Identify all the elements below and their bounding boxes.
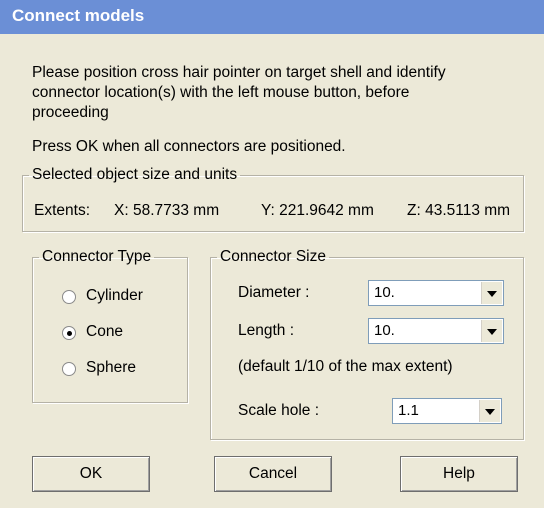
diameter-value: 10.: [374, 284, 395, 301]
extent-y-value: Y: 221.9642 mm: [261, 202, 374, 219]
ok-button[interactable]: OK: [32, 456, 150, 492]
length-label: Length :: [238, 322, 295, 339]
extent-x-value: X: 58.7733 mm: [114, 202, 220, 219]
object-size-group: Selected object size and units: [22, 166, 524, 232]
help-button[interactable]: Help: [400, 456, 518, 492]
length-combo[interactable]: 10.: [368, 318, 504, 344]
radio-sphere-circle[interactable]: [62, 362, 76, 376]
connector-type-legend: Connector Type: [42, 248, 152, 265]
radio-cylinder-label[interactable]: Cylinder: [86, 287, 143, 305]
length-value: 10.: [374, 322, 395, 339]
instruction-line-2: connector location(s) with the left mous…: [32, 84, 410, 101]
object-size-legend: Selected object size and units: [32, 166, 238, 183]
default-note: (default 1/10 of the max extent): [238, 358, 453, 375]
scale-hole-combo[interactable]: 1.1: [392, 398, 502, 424]
radio-cone-circle[interactable]: [62, 326, 76, 340]
extent-z-value: Z: 43.5113 mm: [407, 202, 511, 219]
extents-label: Extents:: [34, 202, 90, 219]
diameter-combo[interactable]: 10.: [368, 280, 504, 306]
radio-cylinder-circle[interactable]: [62, 290, 76, 304]
diameter-label: Diameter :: [238, 284, 310, 301]
cancel-button[interactable]: Cancel: [214, 456, 332, 492]
radio-cone-label[interactable]: Cone: [86, 323, 123, 341]
instruction-line-1: Please position cross hair pointer on ta…: [32, 64, 446, 81]
radio-sphere-label[interactable]: Sphere: [86, 359, 136, 377]
chevron-down-icon[interactable]: [479, 400, 500, 422]
scale-hole-label: Scale hole :: [238, 402, 319, 419]
instruction-line-3: proceeding: [32, 104, 109, 121]
radio-selected-dot: [67, 331, 72, 336]
instruction-line-4: Press OK when all connectors are positio…: [32, 138, 346, 155]
scale-hole-value: 1.1: [398, 402, 419, 419]
connector-size-legend: Connector Size: [220, 248, 326, 265]
title-bar[interactable]: Connect models: [0, 0, 544, 34]
chevron-down-icon[interactable]: [481, 320, 502, 342]
chevron-down-icon[interactable]: [481, 282, 502, 304]
window-title: Connect models: [12, 6, 145, 25]
